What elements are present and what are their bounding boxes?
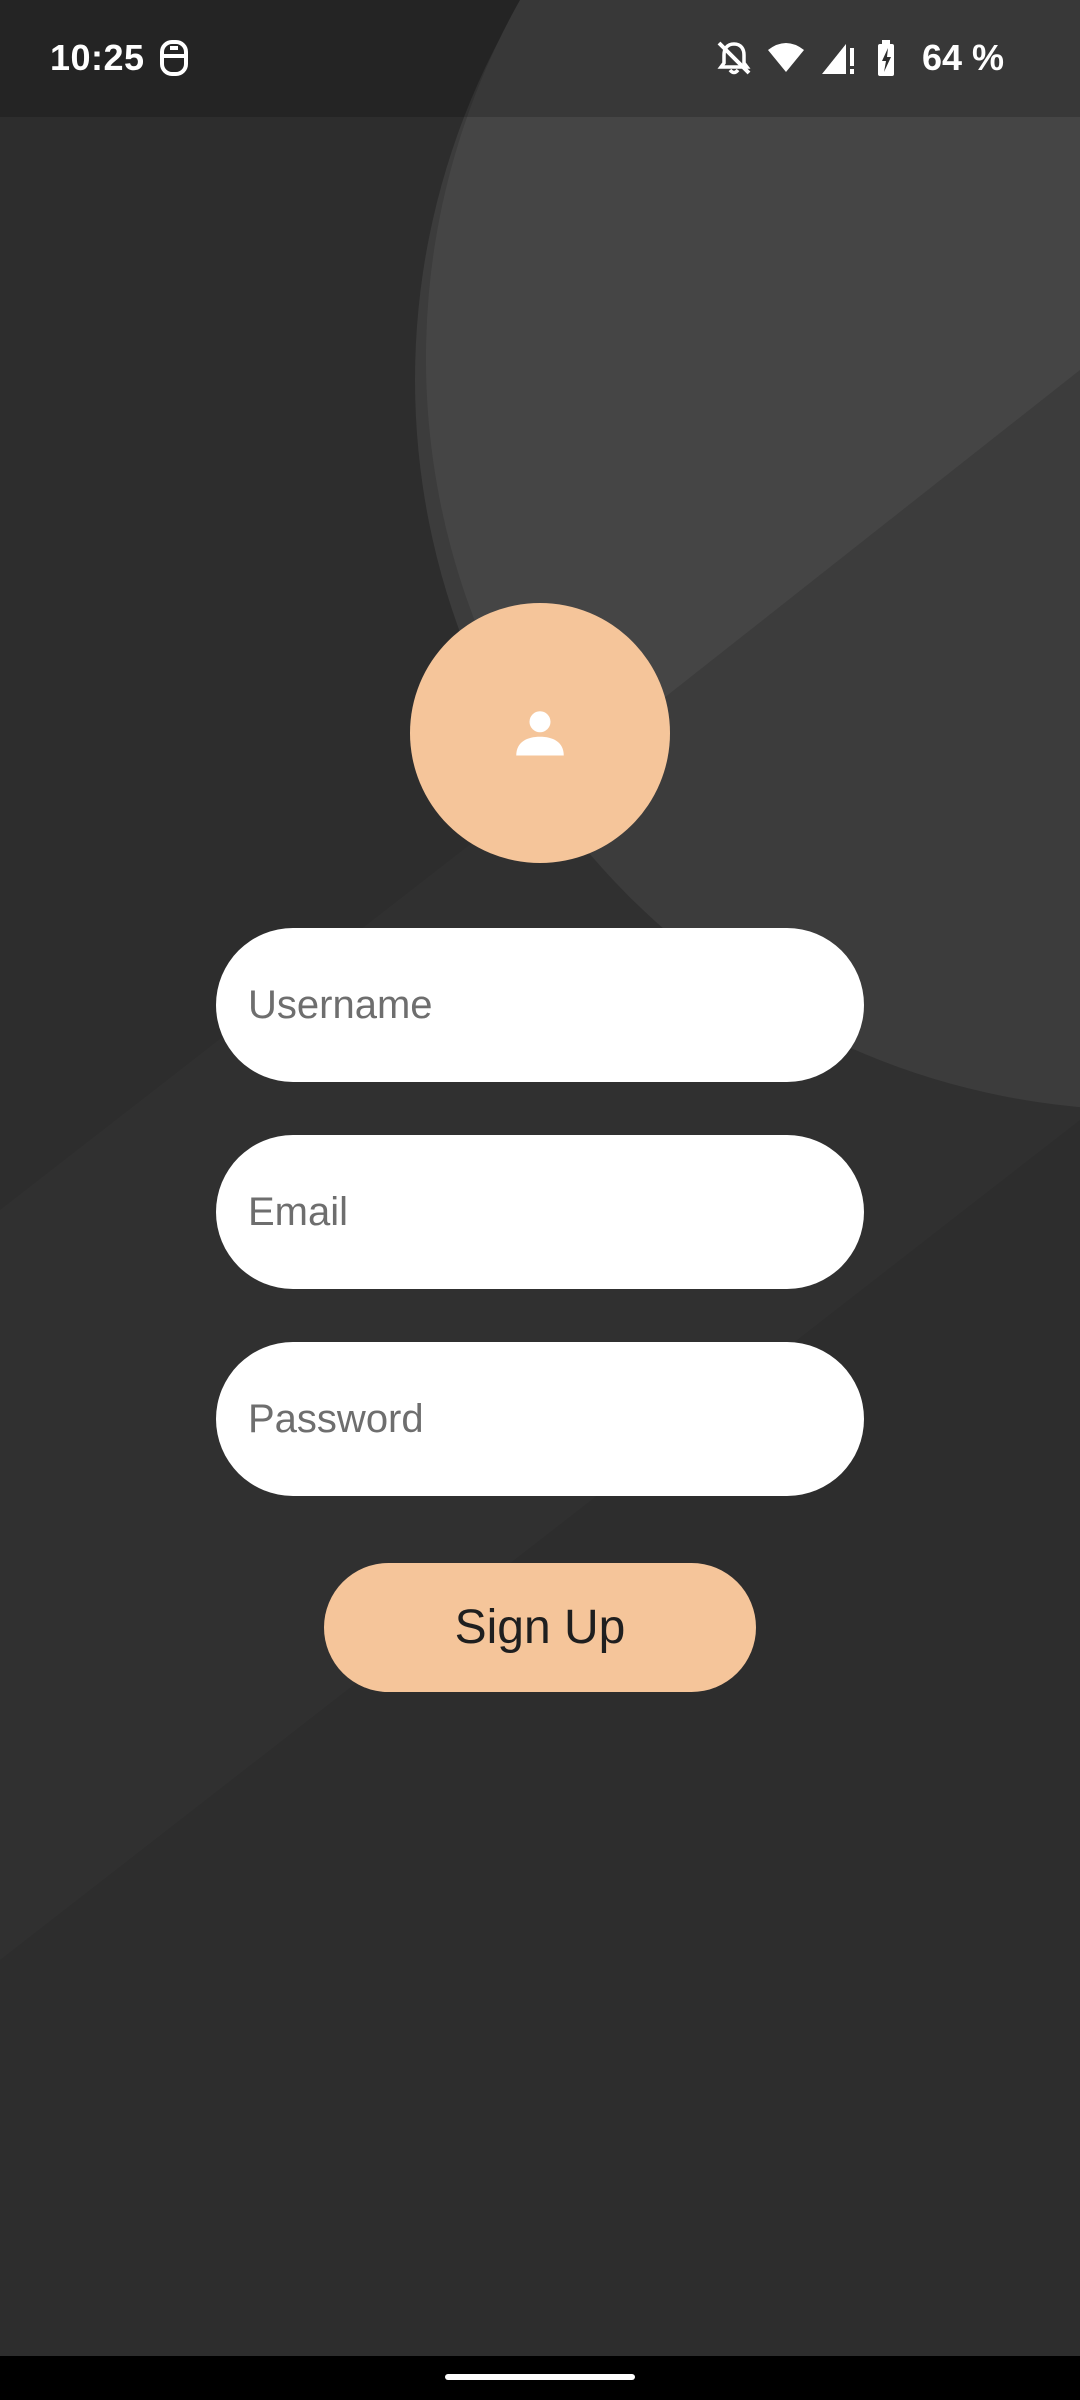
- battery-charging-icon: [877, 40, 894, 76]
- gesture-handle[interactable]: [445, 2374, 635, 2380]
- sign-up-button[interactable]: Sign Up: [324, 1563, 756, 1692]
- privacy-indicator-icon: [160, 40, 188, 76]
- status-bar: 10:25 64 %: [0, 0, 1080, 117]
- username-input[interactable]: [216, 928, 864, 1082]
- wifi-icon: [767, 43, 804, 72]
- notifications-off-icon: [717, 41, 751, 75]
- signup-screen: 10:25 64 % Username Email Sign Up: [0, 0, 1080, 2400]
- status-icons: 64 %: [702, 34, 1004, 82]
- status-time: 10:25: [50, 37, 145, 78]
- signal-icon: [821, 44, 854, 74]
- password-input[interactable]: [216, 1342, 864, 1496]
- battery-percentage: 64 %: [921, 37, 1004, 78]
- navigation-bar: [0, 2356, 1080, 2400]
- email-input[interactable]: [216, 1135, 864, 1289]
- person-icon: [516, 711, 564, 756]
- avatar[interactable]: [410, 603, 670, 863]
